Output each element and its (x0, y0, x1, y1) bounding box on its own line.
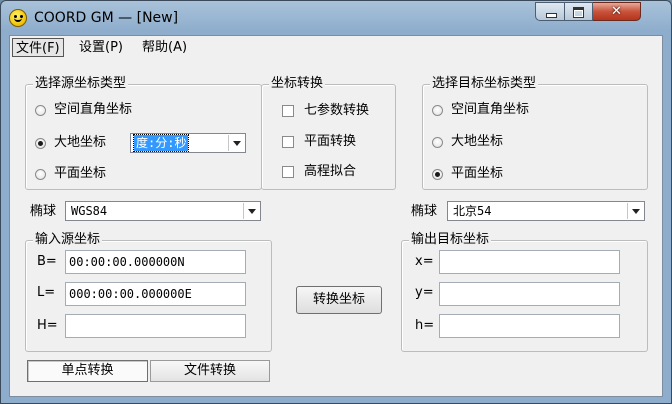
radio-icon (432, 136, 443, 148)
radio-icon (432, 104, 443, 116)
source-type-group: 选择源坐标类型 空间直角坐标 大地坐标 度:分:秒 平面坐标 (25, 76, 262, 190)
height-fit-checkbox[interactable]: 高程拟合 (282, 163, 356, 181)
seven-param-checkbox[interactable]: 七参数转换 (282, 102, 369, 120)
output-x-field[interactable] (439, 250, 620, 274)
checkbox-icon (282, 166, 294, 178)
maximize-button[interactable] (565, 2, 593, 21)
latitude-b-input[interactable]: 00:00:00.000000N (65, 250, 246, 274)
source-radio-cartesian-label: 空间直角坐标 (54, 102, 133, 117)
checkbox-icon (282, 136, 294, 148)
smiley-app-icon[interactable] (9, 9, 27, 27)
close-icon: ✕ (611, 4, 622, 19)
angle-format-value: 度:分:秒 (132, 134, 190, 152)
radio-selected-icon (35, 137, 46, 149)
seven-param-label: 七参数转换 (304, 103, 370, 118)
plane-transform-checkbox[interactable]: 平面转换 (282, 133, 356, 151)
output-h-field[interactable] (439, 314, 620, 338)
target-radio-plane-label: 平面坐标 (451, 166, 504, 181)
maximize-icon (565, 3, 592, 20)
target-ellipsoid-value: 北京54 (453, 204, 492, 218)
source-radio-plane[interactable]: 平面坐标 (35, 165, 106, 183)
convert-coords-button[interactable]: 转换坐标 (296, 286, 382, 314)
radio-icon (35, 168, 46, 180)
source-type-legend: 选择源坐标类型 (33, 76, 129, 92)
target-radio-plane[interactable]: 平面坐标 (432, 165, 503, 183)
h-label: H= (37, 318, 58, 333)
app-window: COORD GM — [New] ✕ 文件(F) 设置(P) 帮助(A) 选择源… (0, 0, 672, 404)
source-ellipsoid-value: WGS84 (71, 204, 108, 218)
target-radio-geodetic-label: 大地坐标 (451, 134, 504, 149)
minimize-button[interactable] (535, 2, 565, 21)
source-ellipsoid-select[interactable]: WGS84 (65, 201, 261, 221)
target-type-group: 选择目标坐标类型 空间直角坐标 大地坐标 平面坐标 (422, 76, 648, 190)
plane-transform-label: 平面转换 (304, 134, 357, 149)
output-y-field[interactable] (439, 282, 620, 306)
height-h-input[interactable] (65, 314, 246, 338)
radio-selected-icon (432, 168, 443, 180)
close-button[interactable]: ✕ (593, 2, 641, 21)
menu-help[interactable]: 帮助(A) (139, 38, 190, 57)
x-label: x= (415, 254, 434, 269)
caption-buttons: ✕ (535, 2, 641, 22)
file-convert-tab[interactable]: 文件转换 (150, 360, 270, 382)
menu-bar: 文件(F) 设置(P) 帮助(A) (10, 36, 662, 58)
source-ellipsoid-label: 椭球 (30, 204, 57, 219)
l-label: L= (37, 285, 56, 300)
title-bar[interactable]: COORD GM — [New] ✕ (1, 1, 671, 35)
b-label: B= (37, 254, 57, 269)
chevron-down-icon[interactable] (228, 135, 244, 151)
client-area: 文件(F) 设置(P) 帮助(A) 选择源坐标类型 空间直角坐标 大地坐标 度:… (9, 35, 663, 397)
radio-icon (35, 104, 46, 116)
longitude-l-input[interactable]: 000:00:00.000000E (65, 282, 246, 306)
source-radio-cartesian[interactable]: 空间直角坐标 (35, 101, 132, 119)
transform-group: 坐标转换 七参数转换 平面转换 高程拟合 (261, 76, 396, 190)
target-ellipsoid-select[interactable]: 北京54 (447, 201, 645, 221)
window-title: COORD GM — [New] (34, 10, 179, 26)
y-label: y= (415, 285, 434, 300)
source-radio-geodetic[interactable]: 大地坐标 (35, 134, 106, 152)
menu-settings[interactable]: 设置(P) (76, 38, 126, 57)
menu-file[interactable]: 文件(F) (12, 38, 64, 57)
source-radio-plane-label: 平面坐标 (54, 166, 107, 181)
target-radio-geodetic[interactable]: 大地坐标 (432, 133, 503, 151)
h-output-label: h= (415, 318, 435, 333)
output-coord-legend: 输出目标坐标 (409, 232, 492, 248)
target-radio-cartesian-label: 空间直角坐标 (451, 102, 530, 117)
height-fit-label: 高程拟合 (304, 164, 357, 179)
chevron-down-icon[interactable] (243, 203, 259, 219)
minimize-icon (536, 3, 564, 20)
angle-format-select[interactable]: 度:分:秒 (130, 133, 246, 153)
chevron-down-icon[interactable] (627, 203, 643, 219)
target-type-legend: 选择目标坐标类型 (430, 76, 539, 92)
single-point-tab[interactable]: 单点转换 (27, 360, 148, 382)
input-coord-group: 输入源坐标 B= 00:00:00.000000N L= 000:00:00.0… (25, 232, 272, 352)
target-ellipsoid-label: 椭球 (411, 204, 438, 219)
output-coord-group: 输出目标坐标 x= y= h= (401, 232, 648, 352)
checkbox-icon (282, 105, 294, 117)
source-radio-geodetic-label: 大地坐标 (54, 135, 107, 150)
transform-legend: 坐标转换 (269, 76, 326, 92)
target-radio-cartesian[interactable]: 空间直角坐标 (432, 101, 529, 119)
input-coord-legend: 输入源坐标 (33, 232, 103, 248)
